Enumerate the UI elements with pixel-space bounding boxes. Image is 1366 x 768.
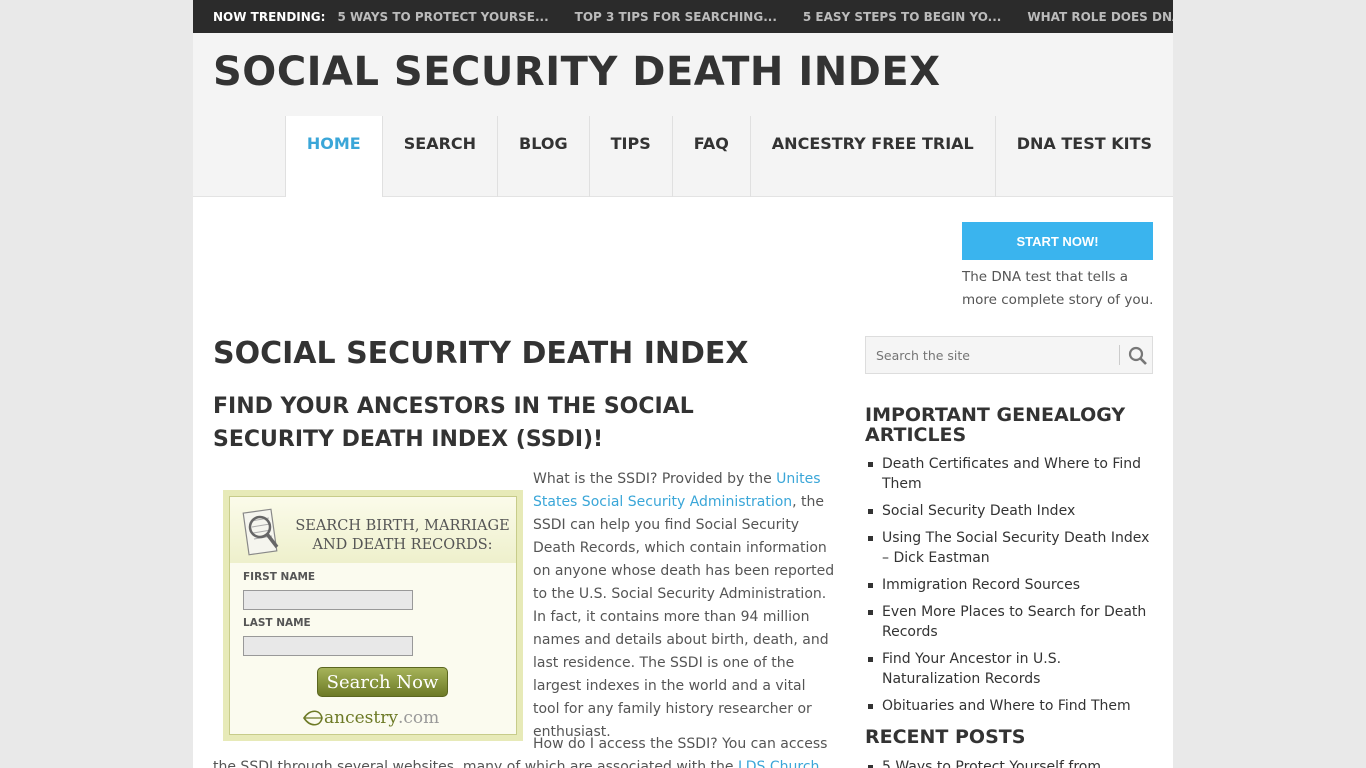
article-link[interactable]: Using The Social Security Death Index – … [865,528,1155,568]
intro-text-start: What is the SSDI? Provided by the [533,471,777,487]
site-search [865,336,1153,374]
last-name-input[interactable] [243,636,413,656]
page-subtitle: FIND YOUR ANCESTORS IN THE SOCIAL SECURI… [213,394,694,452]
article-link[interactable]: Social Security Death Index [865,501,1155,521]
first-name-label: FIRST NAME [243,571,316,583]
page-title: SOCIAL SECURITY DEATH INDEX [213,336,749,371]
trending-link-1[interactable]: 5 WAYS TO PROTECT YOURSE... [337,10,548,24]
nav-blog[interactable]: BLOG [497,116,589,197]
scroll-magnifier-icon [242,508,279,556]
article-link[interactable]: Find Your Ancestor in U.S. Naturalizatio… [865,649,1155,689]
search-divider [1119,345,1120,365]
trending-link-3[interactable]: 5 EASY STEPS TO BEGIN YO... [803,10,1001,24]
article-link[interactable]: Death Certificates and Where to Find The… [865,454,1155,494]
last-name-label: LAST NAME [243,617,311,629]
widget-panel: SEARCH BIRTH, MARRIAGE AND DEATH RECORDS… [229,496,517,735]
site-header: SOCIAL SECURITY DEATH INDEX HOME SEARCH … [193,33,1173,197]
search-icon[interactable] [1128,346,1148,366]
ancestry-logo[interactable]: ancestry .com [302,707,439,729]
nav-ancestry-free-trial[interactable]: ANCESTRY FREE TRIAL [749,116,995,197]
leaf-icon [303,710,323,726]
intro-paragraph: What is the SSDI? Provided by the Unites… [533,468,835,744]
ancestry-logo-suffix: .com [397,708,440,728]
promo-text: The DNA test that tells a more complete … [962,269,1154,308]
trending-link-2[interactable]: TOP 3 TIPS FOR SEARCHING... [575,10,777,24]
article-link[interactable]: Even More Places to Search for Death Rec… [865,602,1155,642]
widget-title: SEARCH BIRTH, MARRIAGE AND DEATH RECORDS… [295,518,510,553]
site-search-input[interactable] [866,337,1118,373]
access-paragraph: How do I access the SSDI? You can access… [213,733,835,768]
nav-dna-test-kits[interactable]: DNA TEST KITS [994,116,1173,197]
search-now-button[interactable]: Search Now [317,667,448,697]
nav-faq[interactable]: FAQ [671,116,750,197]
trending-label: NOW TRENDING: [213,9,326,24]
intro-text-end: , the SSDI can help you find Social Secu… [533,494,835,740]
article-link[interactable]: Immigration Record Sources [865,575,1155,595]
ancestry-logo-text: ancestry [324,708,398,728]
recent-posts-heading: RECENT POSTS [865,726,1026,748]
trending-link-4[interactable]: WHAT ROLE DOES DNA HAVE ... [1027,10,1173,24]
first-name-input[interactable] [243,590,413,610]
nav-search[interactable]: SEARCH [381,116,497,197]
main-nav: HOME SEARCH BLOG TIPS FAQ ANCESTRY FREE … [284,116,1173,197]
trending-bar: NOW TRENDING: 5 WAYS TO PROTECT YOURSE..… [193,0,1173,33]
articles-heading: IMPORTANT GENEALOGY ARTICLES [865,404,1126,446]
article-link[interactable]: Obituaries and Where to Find Them [865,696,1155,716]
lds-church-link[interactable]: LDS Church [738,759,819,768]
page-wrapper: NOW TRENDING: 5 WAYS TO PROTECT YOURSE..… [193,0,1173,768]
articles-list: Death Certificates and Where to Find The… [865,454,1155,723]
recent-post-link[interactable]: 5 Ways to Protect Yourself from Wildfire [865,757,1155,768]
access-text-start: How do I access the SSDI? You can access… [213,736,828,768]
recent-posts-list: 5 Ways to Protect Yourself from Wildfire [865,757,1155,768]
nav-home[interactable]: HOME [284,116,382,197]
nav-tips[interactable]: TIPS [588,116,672,197]
ancestry-search-widget: SEARCH BIRTH, MARRIAGE AND DEATH RECORDS… [223,490,523,741]
site-title[interactable]: SOCIAL SECURITY DEATH INDEX [213,49,941,95]
start-now-button[interactable]: START NOW! [962,222,1153,260]
